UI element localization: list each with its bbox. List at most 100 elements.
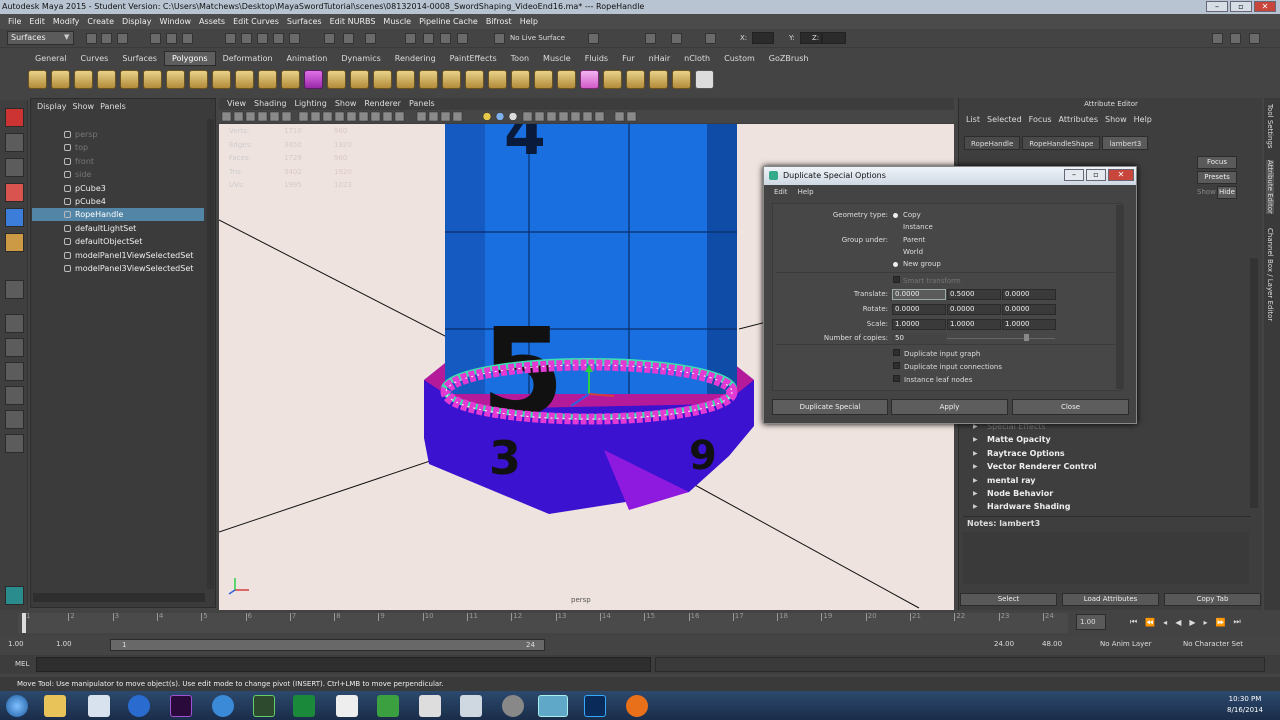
poly-prism-icon[interactable] (166, 69, 185, 89)
copy-tab-button[interactable]: Copy Tab (1164, 593, 1261, 606)
explorer-icon[interactable] (44, 695, 66, 717)
x-field[interactable] (752, 32, 774, 44)
panel-toolbar-icons[interactable] (219, 110, 649, 123)
single-perspective-layout-icon[interactable] (5, 314, 24, 333)
step-forward-key-icon[interactable]: ⏩ (1216, 618, 1226, 627)
extrude-icon[interactable] (396, 69, 415, 89)
render-settings-icon[interactable] (440, 33, 451, 44)
poly-cylinder-icon[interactable] (74, 69, 93, 89)
instance-leaf-nodes-checkbox[interactable] (893, 375, 900, 382)
mirror-icon[interactable] (626, 69, 645, 89)
shelf-tab-rendering[interactable]: Rendering (388, 52, 443, 65)
shelf-tab-toon[interactable]: Toon (504, 52, 536, 65)
arnold-icon[interactable] (5, 586, 24, 605)
combine-icon[interactable] (304, 69, 323, 89)
sculpt-icon[interactable] (580, 69, 599, 89)
copy-radio[interactable] (893, 213, 898, 218)
dialog-close-icon[interactable]: ✕ (1108, 169, 1134, 181)
four-view-layout-icon[interactable] (5, 338, 24, 357)
outliner-menu-show[interactable]: Show (73, 102, 95, 111)
shelf-tab-dynamics[interactable]: Dynamics (334, 52, 387, 65)
scale-z-field[interactable]: 1.0000 (1002, 319, 1056, 330)
last-tool-icon[interactable] (5, 280, 24, 299)
channel-box-tab[interactable]: Channel Box / Layer Editor (1266, 228, 1274, 321)
minimize-icon[interactable]: – (1206, 1, 1228, 12)
poly-pyramid-icon[interactable] (189, 69, 208, 89)
merge-icon[interactable] (488, 69, 507, 89)
toggle-panel-icon[interactable] (1212, 33, 1223, 44)
start-button-icon[interactable] (6, 695, 28, 717)
menu-edit[interactable]: Edit (29, 17, 45, 26)
attribute-editor-scrollbar[interactable] (1250, 258, 1258, 508)
tool-settings-tab[interactable]: Tool Settings (1266, 104, 1274, 149)
dialog-scrollbar[interactable] (1116, 205, 1124, 389)
outliner-item[interactable]: modelPanel3ViewSelectedSet (32, 262, 204, 275)
maximize-icon[interactable]: ▫ (1230, 1, 1252, 12)
outliner-menu-panels[interactable]: Panels (100, 102, 126, 111)
history-icon[interactable] (324, 33, 335, 44)
outliner-hscrollbar[interactable] (33, 593, 205, 602)
shelf-tab-general[interactable]: General (28, 52, 74, 65)
save-scene-icon[interactable] (117, 33, 128, 44)
select-tool-icon[interactable] (5, 108, 24, 127)
snap-grid-icon[interactable] (225, 33, 236, 44)
translate-y-field[interactable]: 0.5000 (947, 289, 1001, 300)
viewport-menu-shading[interactable]: Shading (254, 98, 287, 110)
ae-menu-show[interactable]: Show (1105, 115, 1127, 124)
bevel-icon[interactable] (465, 69, 484, 89)
separate-icon[interactable] (327, 69, 346, 89)
shelf-tab-deformation[interactable]: Deformation (216, 52, 280, 65)
shelf-tab-animation[interactable]: Animation (280, 52, 335, 65)
rotate-x-field[interactable]: 0.0000 (892, 304, 946, 315)
outliner-vscrollbar[interactable] (207, 119, 214, 589)
time-slider[interactable]: 1 2 3 4 5 6 7 8 9 10 11 12 13 14 15 16 17 18 19 20 21 22 23 24 … (0, 610, 1280, 636)
viewport-menu-view[interactable]: View (227, 98, 246, 110)
menu-muscle[interactable]: Muscle (383, 17, 411, 26)
poly-pipe-icon[interactable] (212, 69, 231, 89)
apply-button[interactable]: Apply (891, 399, 1008, 415)
duplicate-special-button[interactable]: Duplicate Special (772, 399, 888, 415)
make-live-icon[interactable] (289, 33, 300, 44)
viewport-menu-renderer[interactable]: Renderer (364, 98, 401, 110)
move-tool-icon[interactable] (5, 183, 24, 202)
attribute-editor-tab[interactable]: Attribute Editor (1266, 160, 1274, 214)
boolean-icon[interactable] (649, 69, 668, 89)
open-scene-icon[interactable] (101, 33, 112, 44)
copies-slider-handle[interactable] (1024, 334, 1029, 341)
current-frame-field[interactable]: 1.00 (1076, 614, 1106, 630)
render-current-icon[interactable] (405, 33, 416, 44)
menu-modify[interactable]: Modify (53, 17, 80, 26)
lasso-tool-icon[interactable] (5, 133, 24, 152)
menu-help[interactable]: Help (520, 17, 538, 26)
character-set-select[interactable]: No Character Set (1183, 640, 1243, 648)
shelf-tab-fur[interactable]: Fur (615, 52, 642, 65)
app-icon[interactable] (336, 695, 358, 717)
command-input[interactable] (36, 657, 651, 672)
ae-tab-lambert3[interactable]: lambert3 (1102, 136, 1149, 150)
focus-button[interactable]: Focus (1197, 156, 1237, 169)
menu-assets[interactable]: Assets (199, 17, 225, 26)
ipr-render-icon[interactable] (423, 33, 434, 44)
dialog-menu-edit[interactable]: Edit (774, 188, 788, 196)
dialog-minimize-icon[interactable]: – (1064, 169, 1084, 181)
sketch-icon[interactable] (460, 695, 482, 717)
smooth-icon[interactable] (373, 69, 392, 89)
smart-transform-checkbox[interactable] (893, 276, 900, 283)
shelf-tab-painteffects[interactable]: PaintEffects (443, 52, 504, 65)
step-forward-frame-icon[interactable]: ▸ (1204, 618, 1208, 627)
select-component-icon[interactable] (182, 33, 193, 44)
range-slider-bar[interactable] (110, 639, 545, 651)
premiere-icon[interactable] (170, 695, 192, 717)
ae-menu-selected[interactable]: Selected (987, 115, 1022, 124)
zbrush-icon[interactable] (419, 695, 441, 717)
new-group-radio[interactable] (893, 262, 898, 267)
shelf-tab-polygons[interactable]: Polygons (163, 51, 216, 66)
ae-menu-focus[interactable]: Focus (1029, 115, 1052, 124)
copies-field[interactable]: 50 (892, 333, 946, 344)
magnet-icon[interactable] (494, 33, 505, 44)
playback-end-field[interactable]: 24.00 (994, 640, 1034, 651)
poly-cube-icon[interactable] (51, 69, 70, 89)
outliner-item[interactable]: defaultObjectSet (32, 235, 204, 248)
outliner-menu-display[interactable]: Display (37, 102, 67, 111)
go-to-end-icon[interactable]: ⏭ (1233, 617, 1240, 627)
